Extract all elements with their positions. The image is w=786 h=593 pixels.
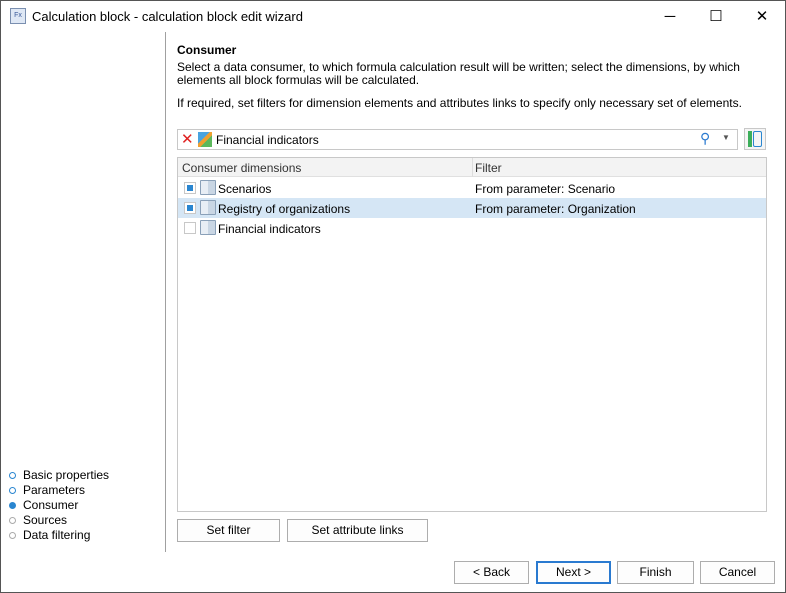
table-header: Consumer dimensions Filter: [178, 158, 766, 177]
title-bar: Fx Calculation block - calculation block…: [1, 1, 785, 32]
consumer-selector[interactable]: ✕ Financial indicators ⚲ ▼: [177, 129, 738, 150]
page-hint: If required, set filters for dimension e…: [177, 96, 742, 110]
maximize-button[interactable]: ☐: [693, 1, 739, 32]
dimension-name: Scenarios: [218, 182, 272, 196]
cube-icon: [198, 132, 212, 147]
dictionary-icon: [200, 200, 216, 215]
dimension-name: Financial indicators: [218, 222, 321, 236]
step-label: Basic properties: [23, 468, 110, 482]
step-indicator-icon: [9, 487, 16, 494]
row-checkbox[interactable]: [184, 182, 196, 194]
chevron-down-icon[interactable]: ▼: [722, 133, 730, 142]
search-icon[interactable]: ⚲: [700, 130, 710, 147]
sidebar-divider: [165, 32, 166, 552]
step-label: Data filtering: [23, 528, 91, 542]
table-row[interactable]: Scenarios From parameter: Scenario: [178, 178, 766, 198]
dimension-filter: From parameter: Scenario: [475, 182, 616, 196]
next-button[interactable]: Next >: [536, 561, 611, 584]
page-description: Select a data consumer, to which formula…: [177, 60, 740, 87]
page-title: Consumer: [177, 43, 237, 57]
wizard-step[interactable]: Parameters: [9, 483, 85, 498]
set-filter-button[interactable]: Set filter: [177, 519, 280, 542]
wizard-step[interactable]: Data filtering: [9, 528, 90, 543]
cancel-button[interactable]: Cancel: [700, 561, 775, 584]
table-row[interactable]: Financial indicators: [178, 218, 766, 238]
wizard-step[interactable]: Basic properties: [9, 468, 109, 483]
wizard-step[interactable]: Consumer: [9, 498, 78, 513]
clear-icon[interactable]: ✕: [181, 131, 194, 148]
step-label: Consumer: [23, 498, 79, 512]
step-indicator-icon: [9, 502, 16, 509]
wizard-step[interactable]: Sources: [9, 513, 67, 528]
consumer-properties-button[interactable]: [744, 128, 766, 150]
row-checkbox[interactable]: [184, 202, 196, 214]
row-checkbox[interactable]: [184, 222, 196, 234]
close-button[interactable]: ✕: [739, 1, 785, 32]
table-row[interactable]: Registry of organizations From parameter…: [178, 198, 766, 218]
dictionary-icon: [200, 220, 216, 235]
window-title: Calculation block - calculation block ed…: [32, 9, 303, 24]
app-icon: Fx: [10, 8, 26, 24]
dimension-name: Registry of organizations: [218, 202, 351, 216]
step-indicator-icon: [9, 517, 16, 524]
step-indicator-icon: [9, 532, 16, 539]
dimensions-table: Consumer dimensions Filter Scenarios Fro…: [177, 157, 767, 512]
consumer-value: Financial indicators: [216, 133, 319, 147]
step-label: Parameters: [23, 483, 86, 497]
step-label: Sources: [23, 513, 68, 527]
step-indicator-icon: [9, 472, 16, 479]
set-attribute-links-button[interactable]: Set attribute links: [287, 519, 428, 542]
back-button[interactable]: < Back: [454, 561, 529, 584]
column-header-dimensions[interactable]: Consumer dimensions: [182, 161, 301, 175]
column-header-filter[interactable]: Filter: [475, 161, 502, 175]
dictionary-icon: [200, 180, 216, 195]
properties-icon: [748, 131, 752, 147]
finish-button[interactable]: Finish: [617, 561, 694, 584]
dimension-filter: From parameter: Organization: [475, 202, 636, 216]
minimize-button[interactable]: ─: [647, 1, 693, 32]
